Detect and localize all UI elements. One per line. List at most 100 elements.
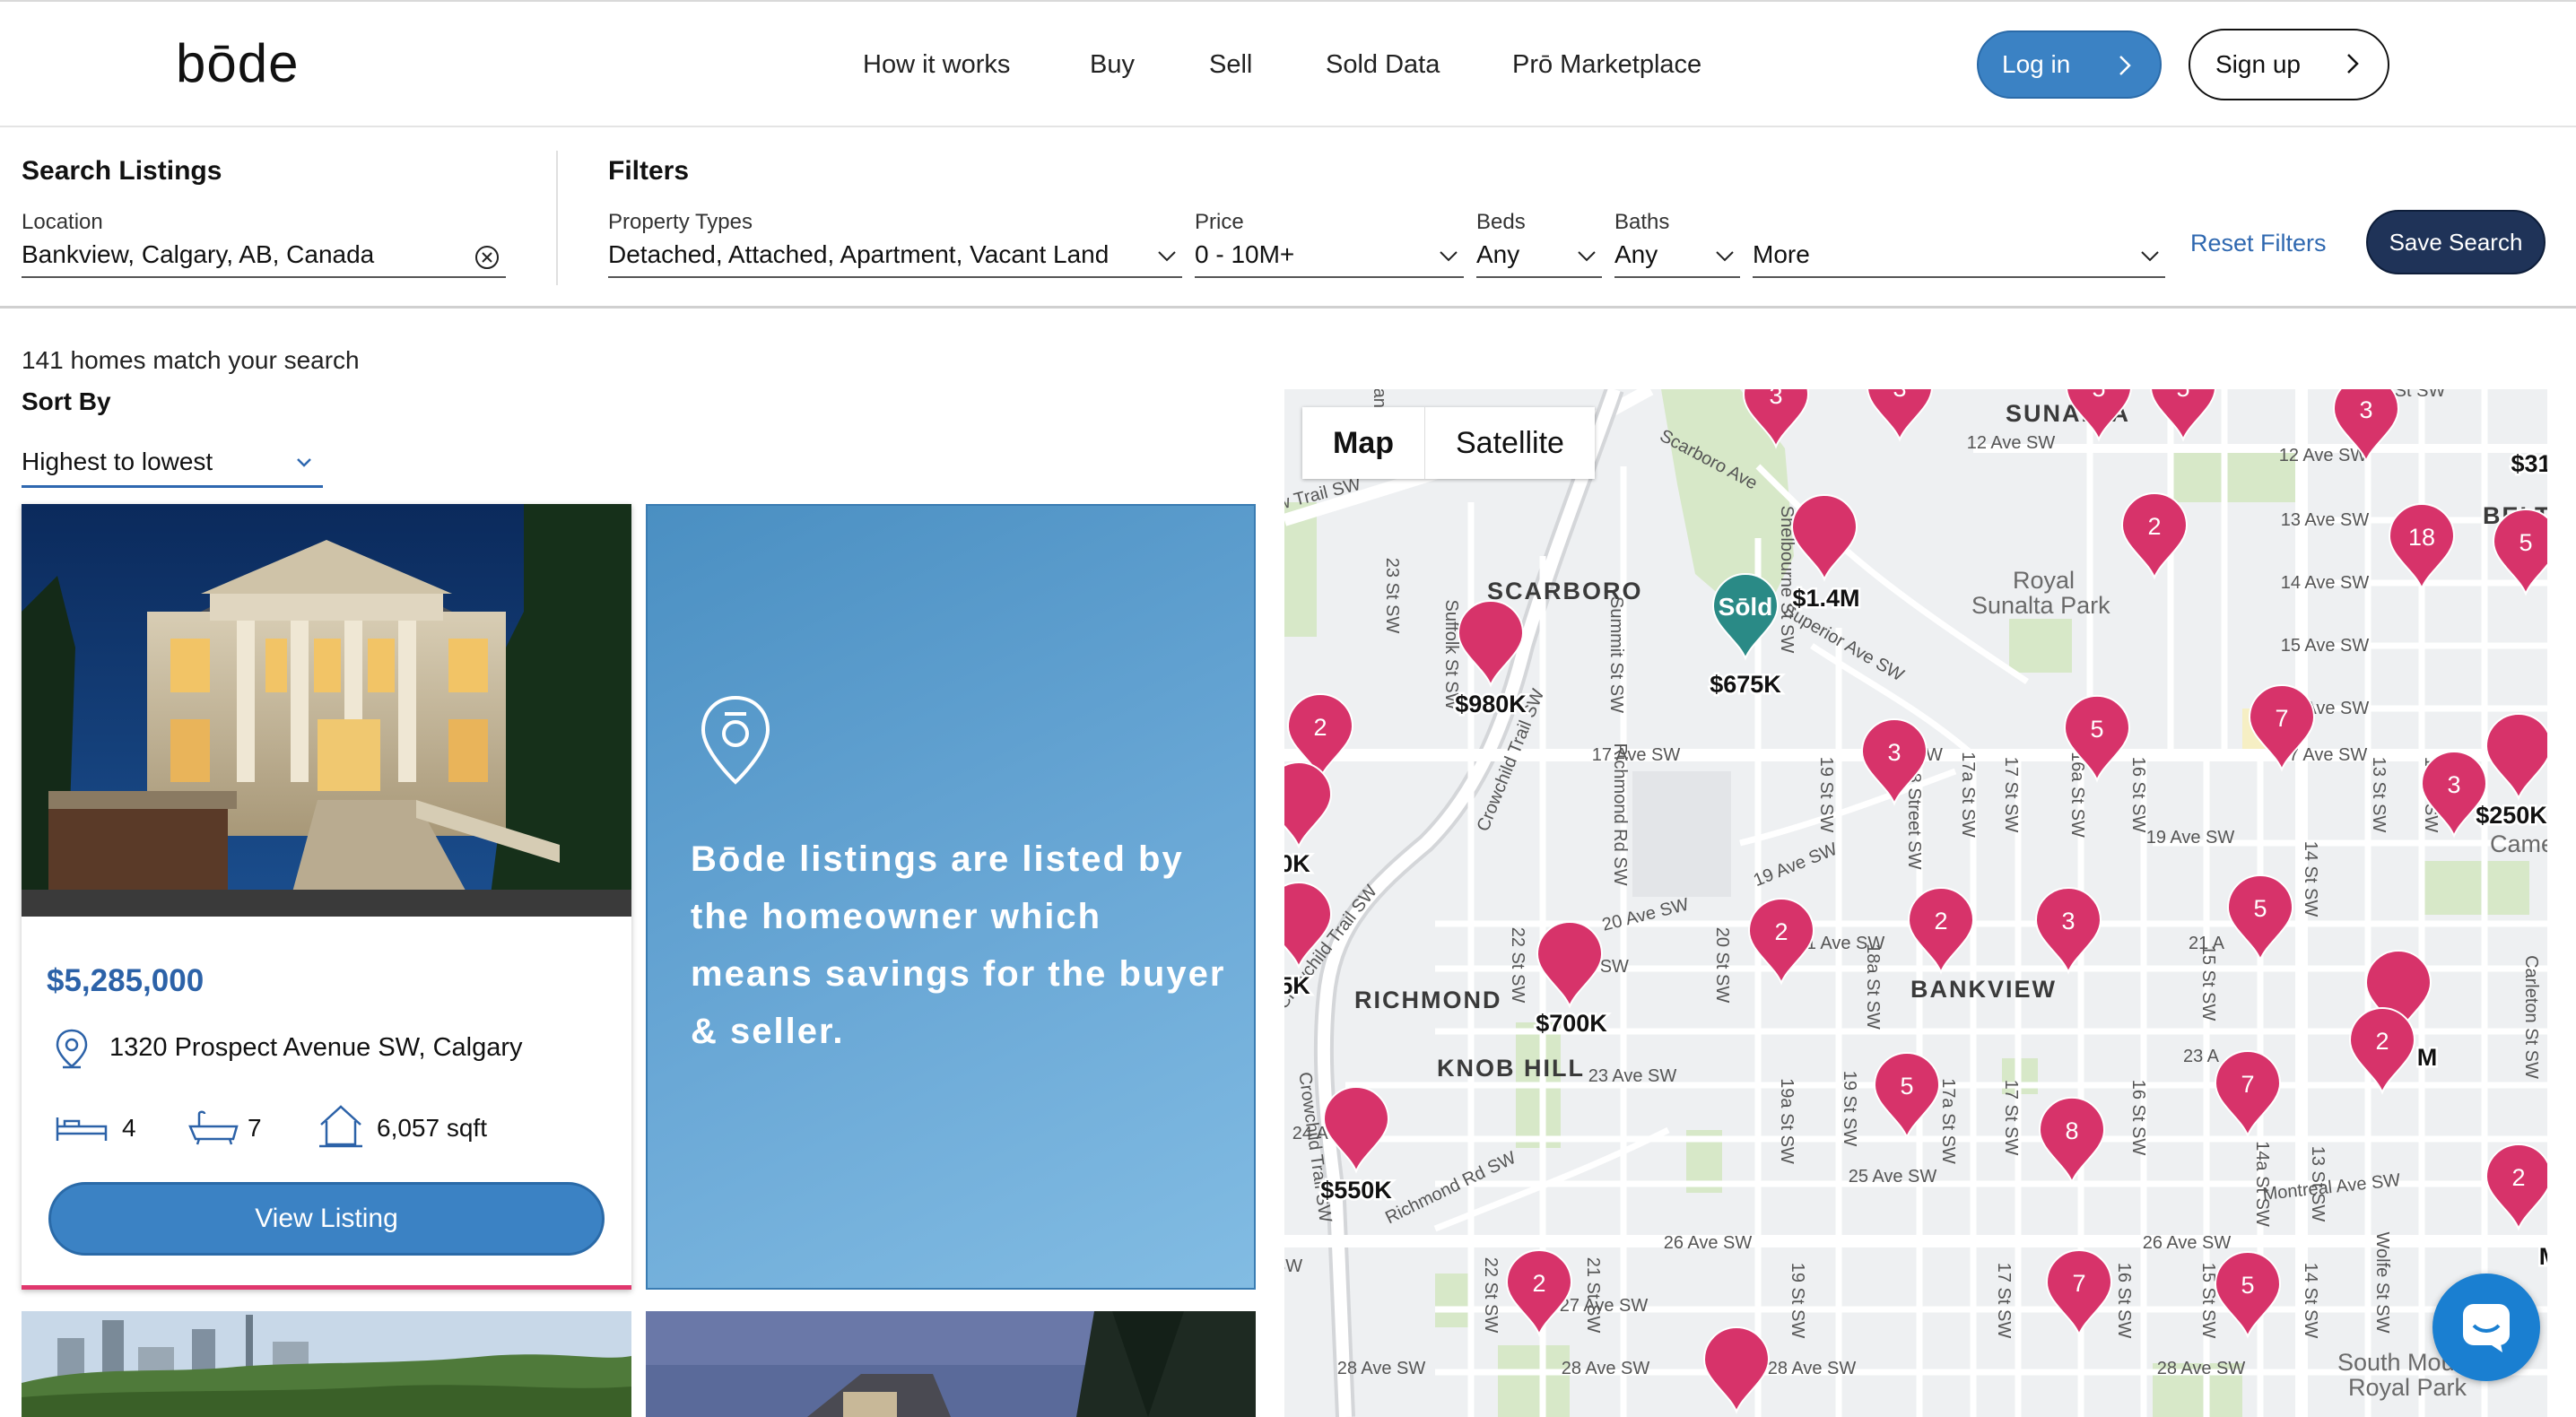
nav-pro-marketplace[interactable]: Prō Marketplace	[1512, 50, 1701, 80]
chat-launcher-button[interactable]	[2432, 1274, 2540, 1381]
pin-count-label: 7	[2275, 705, 2288, 732]
pin-count-label: 2	[2511, 1164, 2525, 1191]
chevron-down-icon	[1578, 251, 1596, 262]
map-street-label: 28 Ave SW	[1562, 1359, 1650, 1378]
listing-address: 1320 Prospect Avenue SW, Calgary	[109, 1033, 523, 1062]
location-pin-icon	[56, 1029, 88, 1069]
map-price-label[interactable]: $550K	[1318, 1175, 1395, 1206]
map-street-label: 22 St SW	[1508, 927, 1527, 1004]
map-price-label[interactable]: $675K	[1708, 669, 1784, 700]
baths-select[interactable]: Any	[1614, 233, 1740, 278]
price-select[interactable]: 0 - 10M+	[1195, 233, 1464, 278]
location-value: Bankview, Calgary, AB, Canada	[22, 240, 375, 268]
clear-circle-icon[interactable]	[474, 244, 500, 271]
promo-text: Bōde listings are listed by the homeowne…	[691, 839, 1226, 1051]
pin-count-label: 3	[1769, 389, 1782, 409]
listings-map[interactable]: SCARBORO RICHMOND KNOB HILL BANKVIEW SUNALTA…	[1284, 389, 2547, 1417]
map-street-label: 16 St SW	[2114, 1263, 2134, 1339]
map-street-label: 14a St SW	[2252, 1141, 2272, 1227]
pin-count-label: 3	[1893, 389, 1906, 402]
map-street-label: 17 Ave SW	[1592, 745, 1681, 765]
map-tab[interactable]: Map	[1302, 407, 1424, 479]
nav-sold-data[interactable]: Sold Data	[1326, 50, 1440, 80]
promo-card: Bōde listings are listed by the homeowne…	[646, 504, 1256, 1290]
pin-count-label: 3	[2359, 396, 2372, 423]
listing-photo[interactable]	[22, 504, 631, 917]
map-street-label: 14 St SW	[2301, 841, 2320, 917]
map-price-label[interactable]: $1.4M	[1790, 583, 1862, 614]
login-button[interactable]: Log in	[1977, 30, 2162, 99]
sort-select[interactable]: Highest to lowest	[22, 438, 323, 488]
map-area-label: RICHMOND	[1354, 987, 1502, 1013]
search-filter-bar: Search Listings Location Bankview, Calga…	[0, 127, 2576, 309]
chevron-down-icon	[1158, 251, 1176, 262]
map-street-label: 16 St SW	[2128, 757, 2148, 833]
listing-baths: 7	[248, 1114, 262, 1142]
map-area-label: KNOB HILL	[1437, 1055, 1585, 1082]
pin-count-label: 5	[2090, 716, 2103, 743]
property-types-value: Detached, Attached, Apartment, Vacant La…	[608, 240, 1110, 268]
map-price-label[interactable]: $31	[2509, 448, 2547, 480]
chevron-down-icon	[297, 458, 311, 467]
map-price-label[interactable]: $250K	[2474, 800, 2547, 831]
pin-count-label: 2	[2147, 513, 2161, 540]
map-street-label: 21 St SW	[1583, 1257, 1603, 1334]
map-street-label: 14 Ave SW	[2281, 573, 2370, 593]
beds-select[interactable]: Any	[1476, 233, 1602, 278]
map-street-label: 19 St SW	[1840, 1071, 1859, 1147]
map-area-label: South Mou	[2337, 1349, 2455, 1376]
nav-buy[interactable]: Buy	[1090, 50, 1135, 80]
bode-logo[interactable]: bōde	[176, 32, 299, 94]
map-street-label: 23 Ave SW	[1588, 1066, 1677, 1086]
map-area-label: Royal	[2013, 567, 2075, 594]
map-street-label: 19 Ave SW	[2146, 828, 2235, 848]
map-price-label[interactable]: $980K	[1453, 689, 1529, 720]
listing-photo-house-2[interactable]	[646, 1311, 1256, 1417]
reset-filters-link[interactable]: Reset Filters	[2190, 230, 2327, 257]
pin-count-label: 2	[1934, 908, 1947, 935]
property-types-select[interactable]: Detached, Attached, Apartment, Vacant La…	[608, 233, 1182, 278]
listing-photo-city[interactable]	[22, 1311, 631, 1417]
map-street-label: 26 Ave SW	[2143, 1233, 2232, 1253]
pin-count-label: Sōld	[1719, 593, 1773, 621]
map-price-label[interactable]: M	[2415, 1042, 2440, 1074]
pin-count-label: 5	[1900, 1073, 1913, 1100]
map-street-label: 26 Ave SW	[1664, 1233, 1753, 1253]
map-price-label[interactable]: 50K	[1284, 848, 1313, 880]
pin-count-label: 7	[2241, 1071, 2254, 1098]
bed-icon	[56, 1117, 108, 1141]
map-price-label[interactable]: 75K	[1284, 970, 1313, 1002]
chevron-down-icon	[1716, 251, 1734, 262]
pin-count-label: 5	[2253, 895, 2267, 922]
map-street-label: 17a St SW	[1958, 752, 1978, 838]
map-street-label: Carleton St SW	[2521, 955, 2541, 1079]
filters-title: Filters	[608, 156, 690, 186]
location-input[interactable]: Bankview, Calgary, AB, Canada	[22, 233, 506, 278]
more-filters-select[interactable]: More	[1753, 233, 2165, 278]
pin-count-label: 18	[2408, 524, 2435, 551]
map-street-label: 14 St SW	[2301, 1263, 2320, 1339]
nav-sell[interactable]: Sell	[1209, 50, 1252, 80]
beds-label: Beds	[1476, 210, 1526, 234]
map-street-label: 23 A	[2183, 1047, 2220, 1066]
map-street-label: SW	[1284, 1256, 1302, 1276]
map-street-label: 19 St SW	[1788, 1263, 1807, 1339]
pin-count-label: 2	[2375, 1028, 2389, 1055]
map-canvas[interactable]: SCARBORORICHMONDKNOB HILLBANKVIEWSUNALTA…	[1284, 389, 2547, 1417]
map-price-label[interactable]: $700K	[1534, 1008, 1610, 1039]
signup-button[interactable]: Sign up	[2189, 29, 2389, 100]
results-count: 141 homes match your search	[22, 346, 360, 374]
map-price-label[interactable]: M	[2537, 1241, 2547, 1273]
beds-value: Any	[1476, 240, 1520, 268]
price-label: Price	[1195, 210, 1244, 234]
nav-how-it-works[interactable]: How it works	[863, 50, 1010, 80]
city-skyline-image	[22, 1311, 631, 1417]
save-search-button[interactable]: Save Search	[2366, 210, 2546, 274]
view-listing-button[interactable]: View Listing	[48, 1182, 605, 1256]
map-street-label: Richmond Rd SW	[1610, 743, 1630, 886]
chat-icon	[2463, 1304, 2510, 1352]
listing-card[interactable]: $5,285,000 1320 Prospect Avenue SW, Calg…	[22, 504, 631, 1290]
pin-count-label: 2	[1532, 1270, 1545, 1297]
satellite-tab[interactable]: Satellite	[1424, 407, 1595, 479]
map-area-label: BANKVIEW	[1910, 976, 2057, 1003]
